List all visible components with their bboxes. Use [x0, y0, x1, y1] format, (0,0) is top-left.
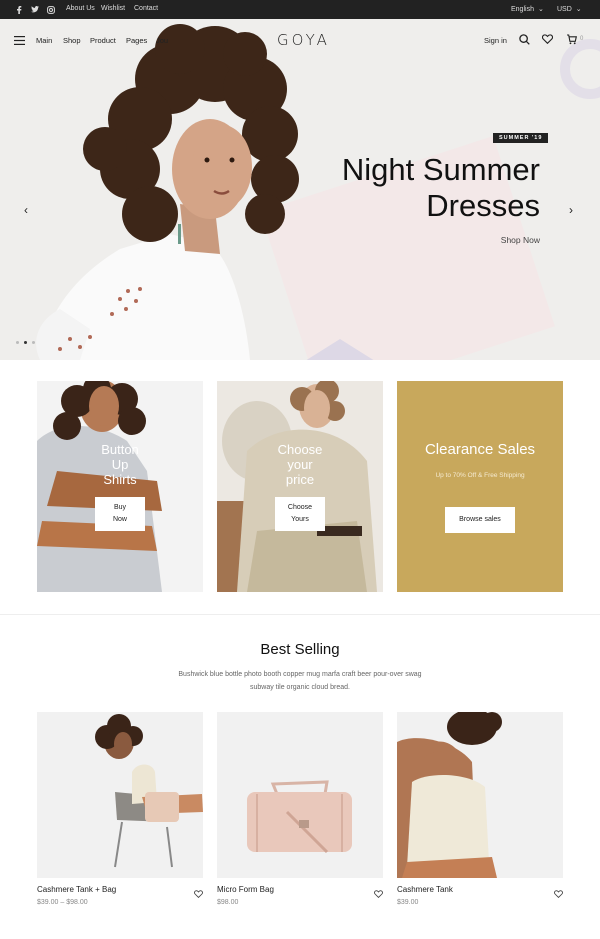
- section-description: Bushwick blue bottle photo booth copper …: [170, 668, 430, 694]
- choose-yours-button[interactable]: Choose Yours: [275, 497, 325, 531]
- hero-model-image: [36, 24, 299, 360]
- nav-main[interactable]: Main: [36, 36, 52, 45]
- hero-title: Night Summer Dresses: [280, 152, 540, 224]
- section-divider: [0, 614, 600, 615]
- promo-card-price[interactable]: Choose your price Choose Yours: [217, 381, 383, 592]
- slider-dot-active[interactable]: [24, 341, 27, 344]
- slider-dot[interactable]: [32, 341, 35, 344]
- slider-dot[interactable]: [16, 341, 19, 344]
- chevron-down-icon: ⌄: [575, 6, 582, 13]
- promo-title: Choose your price: [217, 442, 383, 487]
- nav-product[interactable]: Product: [90, 36, 116, 45]
- section-description-line: subway tile organic cloud bread.: [249, 684, 350, 691]
- section-title: Best Selling: [260, 641, 340, 658]
- hero-title-line: Night Summer: [341, 152, 540, 187]
- clearance-title: Clearance Sales: [424, 441, 536, 458]
- buy-now-label: Now: [112, 516, 127, 523]
- search-icon[interactable]: [519, 34, 530, 47]
- product-price: $39.00: [397, 899, 419, 906]
- cart-icon[interactable]: [566, 34, 577, 47]
- promo-card-shirts[interactable]: Button Up Shirts Buy Now: [37, 381, 203, 592]
- section-description-line: Bushwick blue bottle photo booth copper …: [178, 671, 422, 678]
- wishlist-heart-icon[interactable]: [374, 885, 383, 899]
- product-image[interactable]: [397, 712, 563, 878]
- choose-yours-label: Yours: [291, 516, 309, 523]
- clearance-subtitle: Up to 70% Off & Free Shipping: [435, 472, 525, 479]
- buy-now-label: Buy: [113, 504, 127, 511]
- promo-title-line: price: [285, 472, 315, 487]
- buy-now-button[interactable]: Buy Now: [95, 497, 145, 531]
- menu-icon[interactable]: [14, 36, 25, 45]
- nav-journal[interactable]: Jou: [156, 36, 168, 45]
- promo-card-clearance[interactable]: Clearance Sales Up to 70% Off & Free Shi…: [397, 381, 563, 592]
- choose-yours-label: Choose: [287, 504, 313, 511]
- product-price: $39.00 – $98.00: [37, 899, 88, 906]
- facebook-icon[interactable]: [14, 5, 23, 14]
- promo-title-line: your: [287, 457, 313, 472]
- promo-title-line: Choose: [277, 442, 323, 457]
- chevron-left-icon[interactable]: ‹: [24, 203, 28, 217]
- nav-shop[interactable]: Shop: [63, 36, 81, 45]
- promo-title-line: Shirts: [103, 472, 137, 487]
- top-bar: About Us Wishlist Contact English ⌄ USD ⌄: [0, 0, 600, 19]
- nav-pages[interactable]: Pages: [126, 36, 147, 45]
- instagram-icon[interactable]: [46, 5, 55, 14]
- wishlist-heart-icon[interactable]: [194, 885, 203, 899]
- shop-now-link[interactable]: Shop Now: [501, 235, 540, 245]
- twitter-icon[interactable]: [30, 5, 39, 14]
- promo-title-line: Button: [101, 442, 139, 457]
- product-image[interactable]: [37, 712, 203, 878]
- promo-title-line: Up: [111, 457, 129, 472]
- product-price: $98.00: [217, 899, 239, 906]
- product-name[interactable]: Cashmere Tank: [397, 885, 453, 894]
- promo-title: Button Up Shirts: [37, 442, 203, 487]
- chevron-down-icon: ⌄: [537, 6, 544, 13]
- site-header: Main Shop Product Pages Jou GOYA Sign in…: [0, 19, 600, 61]
- chevron-right-icon[interactable]: ›: [569, 203, 573, 217]
- wishlist-heart-icon[interactable]: [554, 885, 563, 899]
- language-value: English: [511, 6, 534, 13]
- wishlist-link[interactable]: Wishlist: [101, 5, 125, 12]
- hero-slider: SUMMER '19 Night Summer Dresses Shop Now…: [0, 19, 600, 360]
- about-us-link[interactable]: About Us: [66, 5, 95, 12]
- product-name[interactable]: Micro Form Bag: [217, 885, 274, 894]
- currency-value: USD: [557, 6, 572, 13]
- cart-count: 0: [580, 36, 584, 42]
- browse-sales-button[interactable]: Browse sales: [445, 507, 515, 533]
- currency-selector[interactable]: USD ⌄: [557, 5, 582, 13]
- logo[interactable]: GOYA: [277, 31, 330, 49]
- contact-link[interactable]: Contact: [134, 5, 158, 12]
- product-image[interactable]: [217, 712, 383, 878]
- language-selector[interactable]: English ⌄: [511, 5, 544, 13]
- sign-in-link[interactable]: Sign in: [484, 36, 507, 45]
- hero-title-line: Dresses: [426, 188, 540, 223]
- product-name[interactable]: Cashmere Tank + Bag: [37, 885, 116, 894]
- heart-icon[interactable]: [541, 34, 554, 46]
- hero-badge: SUMMER '19: [493, 133, 549, 143]
